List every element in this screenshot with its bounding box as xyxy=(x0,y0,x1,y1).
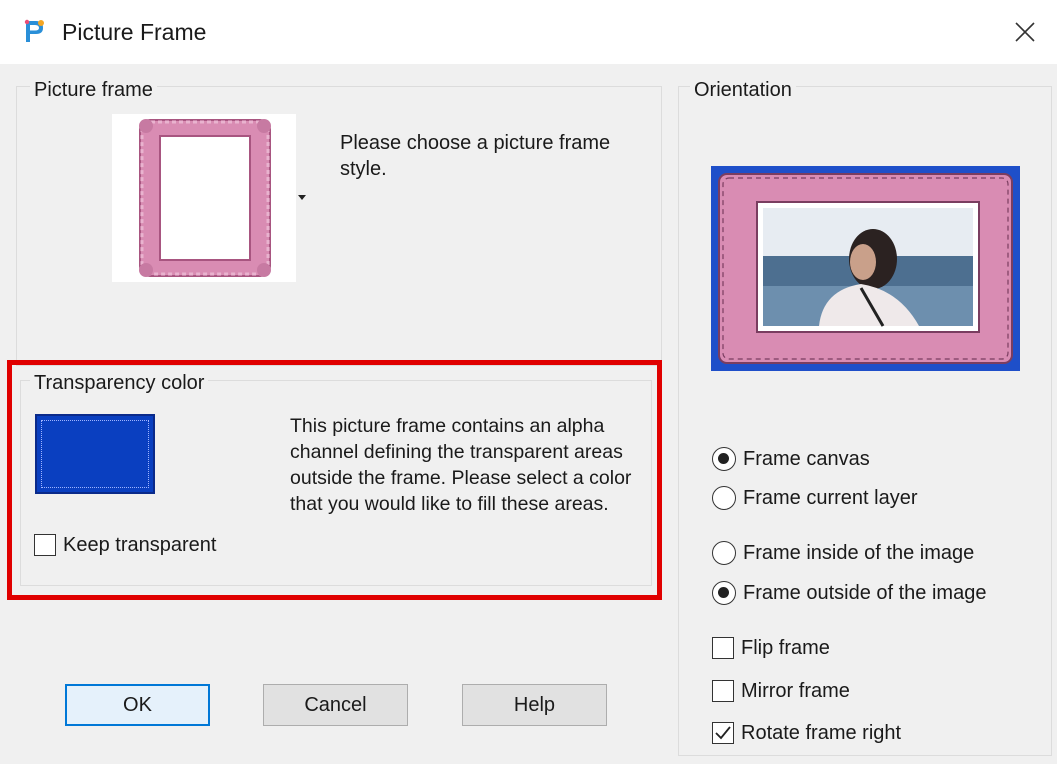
frame-preview-image xyxy=(711,166,1020,371)
close-button[interactable] xyxy=(1005,12,1045,52)
paintshop-pro-icon xyxy=(22,19,46,44)
checkbox-box[interactable] xyxy=(712,637,734,659)
flip-frame-label: Flip frame xyxy=(741,637,830,659)
frame-current-layer-label: Frame current layer xyxy=(743,487,918,509)
keep-transparent-checkbox[interactable]: Keep transparent xyxy=(34,533,216,557)
rotate-frame-right-checkbox[interactable]: Rotate frame right xyxy=(712,721,901,745)
keep-transparent-label: Keep transparent xyxy=(63,534,217,556)
radio-circle[interactable] xyxy=(712,581,736,605)
frame-canvas-label: Frame canvas xyxy=(743,448,870,470)
frame-current-layer-radio[interactable]: Frame current layer xyxy=(712,486,918,510)
mirror-frame-checkbox[interactable]: Mirror frame xyxy=(712,679,850,703)
help-button[interactable]: Help xyxy=(462,684,607,726)
checkbox-box[interactable] xyxy=(712,722,734,744)
transparency-color-group-label: Transparency color xyxy=(30,371,209,395)
checkmark-icon xyxy=(715,726,731,740)
choose-frame-instruction: Please choose a picture frame style. xyxy=(340,132,611,180)
frame-style-dropdown-arrow[interactable] xyxy=(298,195,306,200)
frame-inside-image-radio[interactable]: Frame inside of the image xyxy=(712,541,974,565)
checkbox-box[interactable] xyxy=(712,680,734,702)
radio-circle[interactable] xyxy=(712,447,736,471)
transparency-color-swatch[interactable] xyxy=(35,414,155,494)
mirror-frame-label: Mirror frame xyxy=(741,680,850,702)
ok-button[interactable]: OK xyxy=(65,684,210,726)
ornate-frame-image xyxy=(139,119,271,277)
window-title: Picture Frame xyxy=(62,19,207,45)
alpha-channel-description: This picture frame contains an alpha cha… xyxy=(290,415,632,515)
radio-circle[interactable] xyxy=(712,486,736,510)
frame-outside-image-label: Frame outside of the image xyxy=(743,582,987,604)
cancel-button[interactable]: Cancel xyxy=(263,684,408,726)
picture-frame-group-label: Picture frame xyxy=(30,78,157,102)
dialog-body: Picture frame Please choose a picture fr… xyxy=(0,64,1057,764)
flip-frame-checkbox[interactable]: Flip frame xyxy=(712,636,830,660)
frame-inside-image-label: Frame inside of the image xyxy=(743,542,975,564)
radio-circle[interactable] xyxy=(712,541,736,565)
frame-preview-graphic xyxy=(711,166,1020,371)
title-bar: Picture Frame xyxy=(0,0,1057,64)
frame-canvas-radio[interactable]: Frame canvas xyxy=(712,447,870,471)
frame-style-thumbnail[interactable] xyxy=(112,114,296,282)
rotate-frame-right-label: Rotate frame right xyxy=(741,722,902,744)
orientation-group-label: Orientation xyxy=(690,78,796,102)
checkbox-box[interactable] xyxy=(34,534,56,556)
frame-outside-image-radio[interactable]: Frame outside of the image xyxy=(712,581,986,605)
close-icon xyxy=(1015,22,1035,42)
